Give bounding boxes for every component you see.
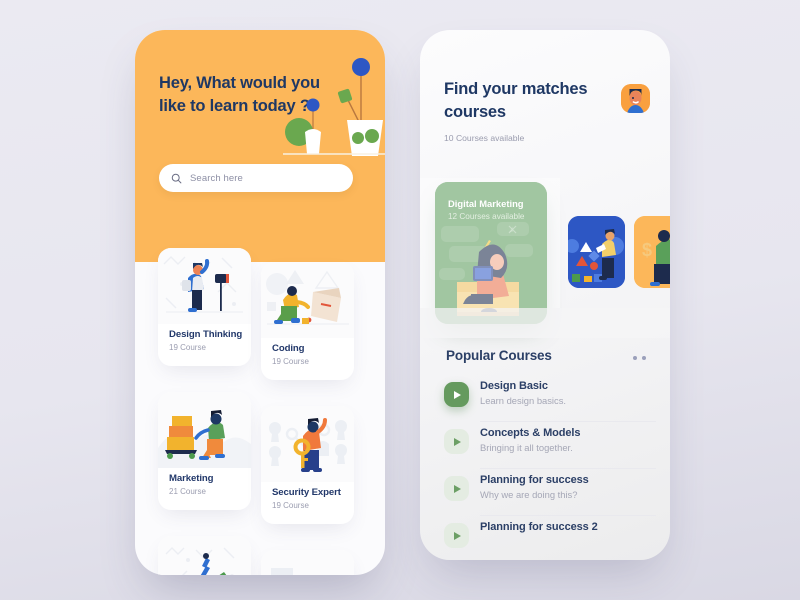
play-icon xyxy=(454,484,461,493)
play-button[interactable] xyxy=(444,382,469,407)
list-item[interactable]: Design Basic Learn design basics. xyxy=(420,375,670,422)
course-card-art xyxy=(261,406,354,482)
play-icon xyxy=(454,437,461,446)
phone-left-screen: Hey, What would you like to learn today … xyxy=(135,30,385,575)
list-item[interactable]: Planning for success Why we are doing th… xyxy=(420,469,670,516)
course-card-art xyxy=(261,550,354,575)
list-item-title: Planning for success 2 xyxy=(480,521,598,533)
list-item-subtitle: Learn design basics. xyxy=(480,395,566,406)
courses-available-label: 10 Courses available xyxy=(444,133,525,143)
course-card-meta: 19 Course xyxy=(272,501,309,510)
right-header: Find your matches courses 10 Courses ava… xyxy=(444,78,649,143)
list-item-subtitle: Why we are doing this? xyxy=(480,489,578,500)
course-card-art xyxy=(158,536,251,575)
course-card-grid: Design Thinking 19 Course Coding 19 Cour… xyxy=(135,225,385,575)
course-card[interactable] xyxy=(261,550,354,575)
course-card-meta: 19 Course xyxy=(169,343,206,352)
course-card[interactable]: Security Expert 19 Course xyxy=(261,406,354,524)
featured-card-meta: 12 Courses available xyxy=(448,212,525,221)
course-card[interactable]: Marketing 21 Course xyxy=(158,392,251,510)
featured-card[interactable] xyxy=(568,216,625,288)
svg-text:$: $ xyxy=(642,240,652,260)
course-card-title: Marketing xyxy=(169,473,214,484)
section-title: Popular Courses xyxy=(446,348,552,363)
play-button[interactable] xyxy=(444,429,469,454)
course-card-meta: 19 Course xyxy=(272,357,309,366)
avatar[interactable] xyxy=(621,84,650,113)
course-card[interactable]: Design Thinking 19 Course xyxy=(158,248,251,366)
search-icon xyxy=(171,173,182,183)
two-dots-icon[interactable] xyxy=(633,356,646,360)
list-item-subtitle: Bringing it all together. xyxy=(480,442,573,453)
list-item[interactable]: Planning for success 2 xyxy=(420,516,670,560)
featured-card[interactable]: Digital Marketing 12 Courses available xyxy=(435,182,547,324)
featured-carousel[interactable]: Digital Marketing 12 Courses available $ xyxy=(420,178,670,338)
featured-card-title: Digital Marketing xyxy=(448,198,524,209)
search-placeholder: Search here xyxy=(190,172,243,184)
course-card-art xyxy=(158,392,251,468)
course-card-title: Design Thinking xyxy=(169,329,243,340)
course-card[interactable]: Coding 19 Course xyxy=(261,262,354,380)
list-item-title: Design Basic xyxy=(480,380,548,392)
play-button[interactable] xyxy=(444,523,469,548)
play-button[interactable] xyxy=(444,476,469,501)
page-title: Find your matches courses xyxy=(444,80,588,121)
featured-card[interactable]: $ xyxy=(634,216,670,288)
play-icon xyxy=(454,390,461,399)
course-card-title: Coding xyxy=(272,343,305,354)
plants-illustration xyxy=(283,58,385,156)
phone-right-screen: Find your matches courses 10 Courses ava… xyxy=(420,30,670,560)
list-item-title: Concepts & Models xyxy=(480,427,581,439)
list-item[interactable]: Concepts & Models Bringing it all togeth… xyxy=(420,422,670,469)
canvas-background: Hey, What would you like to learn today … xyxy=(0,0,800,600)
list-item-title: Planning for success xyxy=(480,474,589,486)
course-card-art xyxy=(158,248,251,324)
search-input[interactable]: Search here xyxy=(159,164,353,192)
popular-courses-list: Design Basic Learn design basics. Concep… xyxy=(420,375,670,560)
course-card-title: Security Expert xyxy=(272,487,341,498)
course-card-art xyxy=(261,262,354,338)
course-card[interactable] xyxy=(158,536,251,575)
course-card-meta: 21 Course xyxy=(169,487,206,496)
play-icon xyxy=(454,531,461,540)
